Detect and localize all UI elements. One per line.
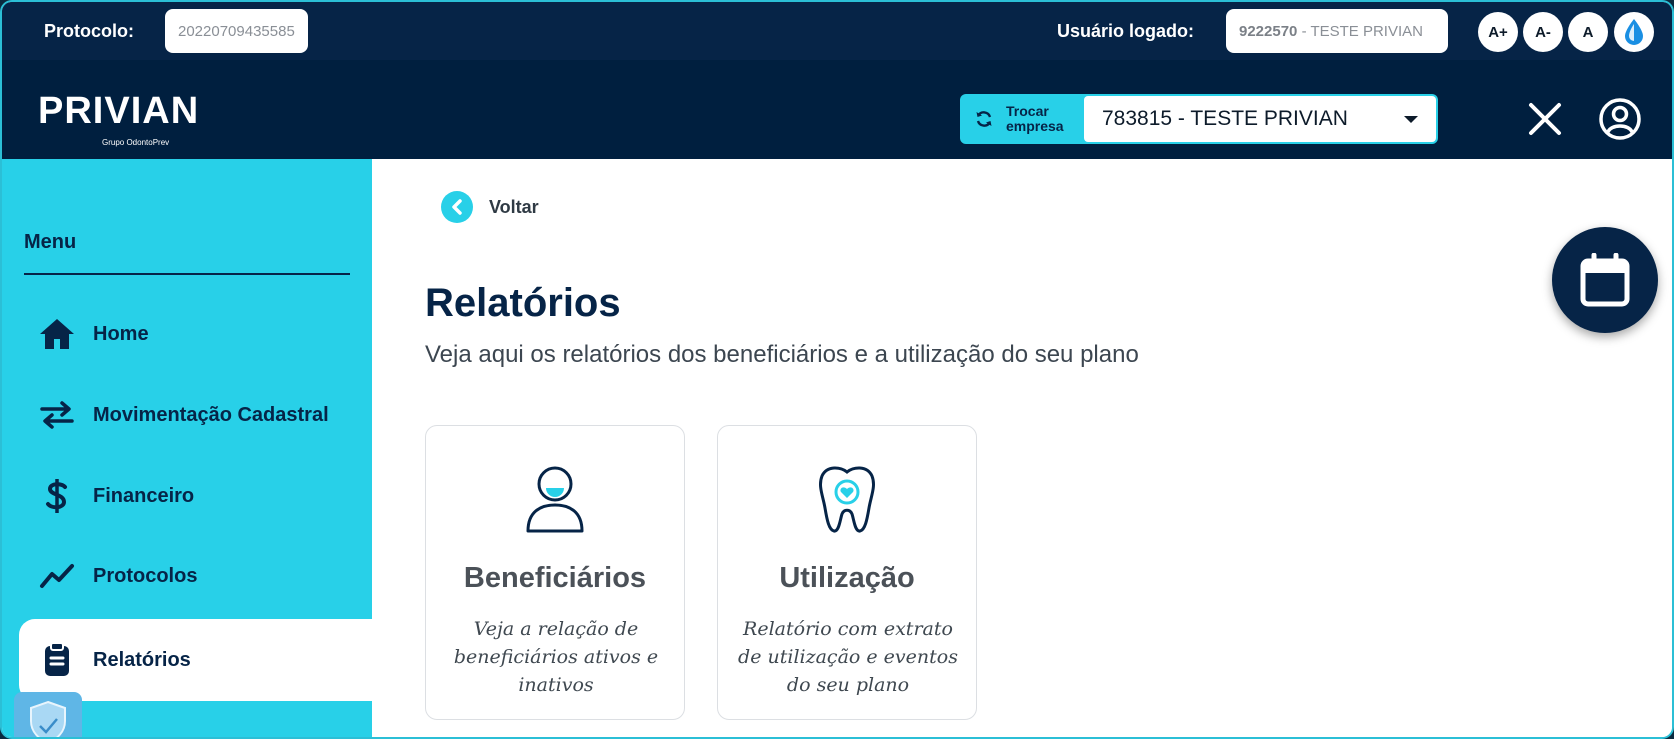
drop-icon	[1625, 19, 1643, 45]
card-title: Utilização	[779, 562, 915, 594]
chart-line-icon	[38, 557, 76, 595]
user-name: - TESTE PRIVIAN	[1297, 22, 1423, 40]
card-description: Veja a relação de beneficiários ativos e…	[453, 618, 659, 696]
close-icon	[1529, 103, 1561, 135]
font-decrease-button[interactable]: A-	[1523, 12, 1563, 52]
logged-user-label: Usuário logado:	[1057, 21, 1195, 41]
close-button[interactable]	[1528, 102, 1562, 141]
tooth-icon	[819, 466, 875, 533]
report-icon	[38, 641, 76, 679]
sidebar-item-label: Home	[93, 322, 149, 345]
protocol-label: Protocolo:	[44, 21, 134, 41]
switch-company-label-line1: Trocar	[1006, 103, 1049, 119]
sidebar: Menu Home Movimentação Cadastral Finance…	[2, 159, 372, 737]
person-icon	[526, 466, 584, 533]
chevron-down-icon	[1404, 115, 1418, 123]
font-reset-button[interactable]: A	[1568, 12, 1608, 52]
home-icon	[38, 315, 76, 353]
sidebar-item-label: Movimentação Cadastral	[93, 403, 329, 426]
sidebar-item-movimentacao[interactable]: Movimentação Cadastral	[19, 374, 372, 456]
back-label: Voltar	[489, 196, 539, 217]
user-circle-icon	[1599, 98, 1641, 140]
app-window: Protocolo: 20220709435585 Usuário logado…	[0, 0, 1674, 739]
refresh-icon	[976, 111, 992, 127]
switch-company-label: Trocar empresa	[1006, 104, 1064, 134]
font-increase-button[interactable]: A+	[1478, 12, 1518, 52]
page-title: Relatórios	[425, 281, 621, 325]
card-title: Beneficiários	[463, 562, 647, 594]
protocol-value: 20220709435585	[178, 22, 295, 40]
header-top-row: Protocolo: 20220709435585 Usuário logado…	[2, 2, 1672, 60]
company-selected-value: 783815 - TESTE PRIVIAN	[1102, 107, 1348, 130]
header: Protocolo: 20220709435585 Usuário logado…	[2, 2, 1672, 159]
sidebar-item-relatorios[interactable]: Relatórios	[19, 619, 372, 701]
arrows-icon	[38, 396, 76, 434]
card-description: Relatório com extrato de utilização e ev…	[738, 618, 958, 696]
security-badge[interactable]	[14, 692, 82, 737]
company-switcher: Trocar empresa 783815 - TESTE PRIVIAN	[960, 94, 1438, 144]
sidebar-item-label: Protocolos	[93, 564, 198, 587]
dollar-icon	[38, 477, 76, 515]
user-profile-button[interactable]	[1598, 97, 1642, 146]
menu-divider	[24, 273, 350, 275]
user-code: 9222570	[1239, 22, 1298, 40]
sidebar-item-label: Financeiro	[93, 484, 195, 507]
logo-subtitle: Grupo OdontoPrev	[102, 138, 170, 147]
calendar-fab-button[interactable]	[1552, 227, 1658, 333]
report-card-utilizacao[interactable]: Utilização Relatório com extrato de util…	[717, 425, 977, 720]
sidebar-item-financeiro[interactable]: Financeiro	[19, 455, 372, 537]
sidebar-item-label: Relatórios	[93, 648, 191, 671]
report-card-beneficiarios[interactable]: Beneficiários Veja a relação de benefici…	[425, 425, 685, 720]
contrast-button[interactable]	[1614, 12, 1654, 52]
protocol-field[interactable]: 20220709435585	[165, 9, 308, 53]
main-content: Voltar Relatórios Veja aqui os relatório…	[372, 159, 1672, 737]
shield-icon	[30, 700, 66, 737]
switch-company-button[interactable]: Trocar empresa	[960, 94, 1084, 144]
page-subtitle: Veja aqui os relatórios dos beneficiário…	[425, 341, 1139, 368]
logo-text: PRIVIAN	[38, 90, 200, 132]
calendar-icon	[1580, 253, 1630, 307]
company-select[interactable]: 783815 - TESTE PRIVIAN	[1084, 96, 1436, 142]
privian-logo[interactable]: PRIVIAN Grupo OdontoPrev	[38, 90, 200, 147]
back-button[interactable]: Voltar	[441, 191, 539, 223]
sidebar-item-protocolos[interactable]: Protocolos	[19, 535, 372, 617]
sidebar-item-home[interactable]: Home	[19, 293, 372, 375]
chevron-left-icon	[441, 191, 473, 223]
switch-company-label-line2: empresa	[1006, 118, 1064, 134]
logged-user-field[interactable]: 9222570 - TESTE PRIVIAN	[1226, 9, 1448, 53]
menu-title: Menu	[24, 231, 77, 253]
